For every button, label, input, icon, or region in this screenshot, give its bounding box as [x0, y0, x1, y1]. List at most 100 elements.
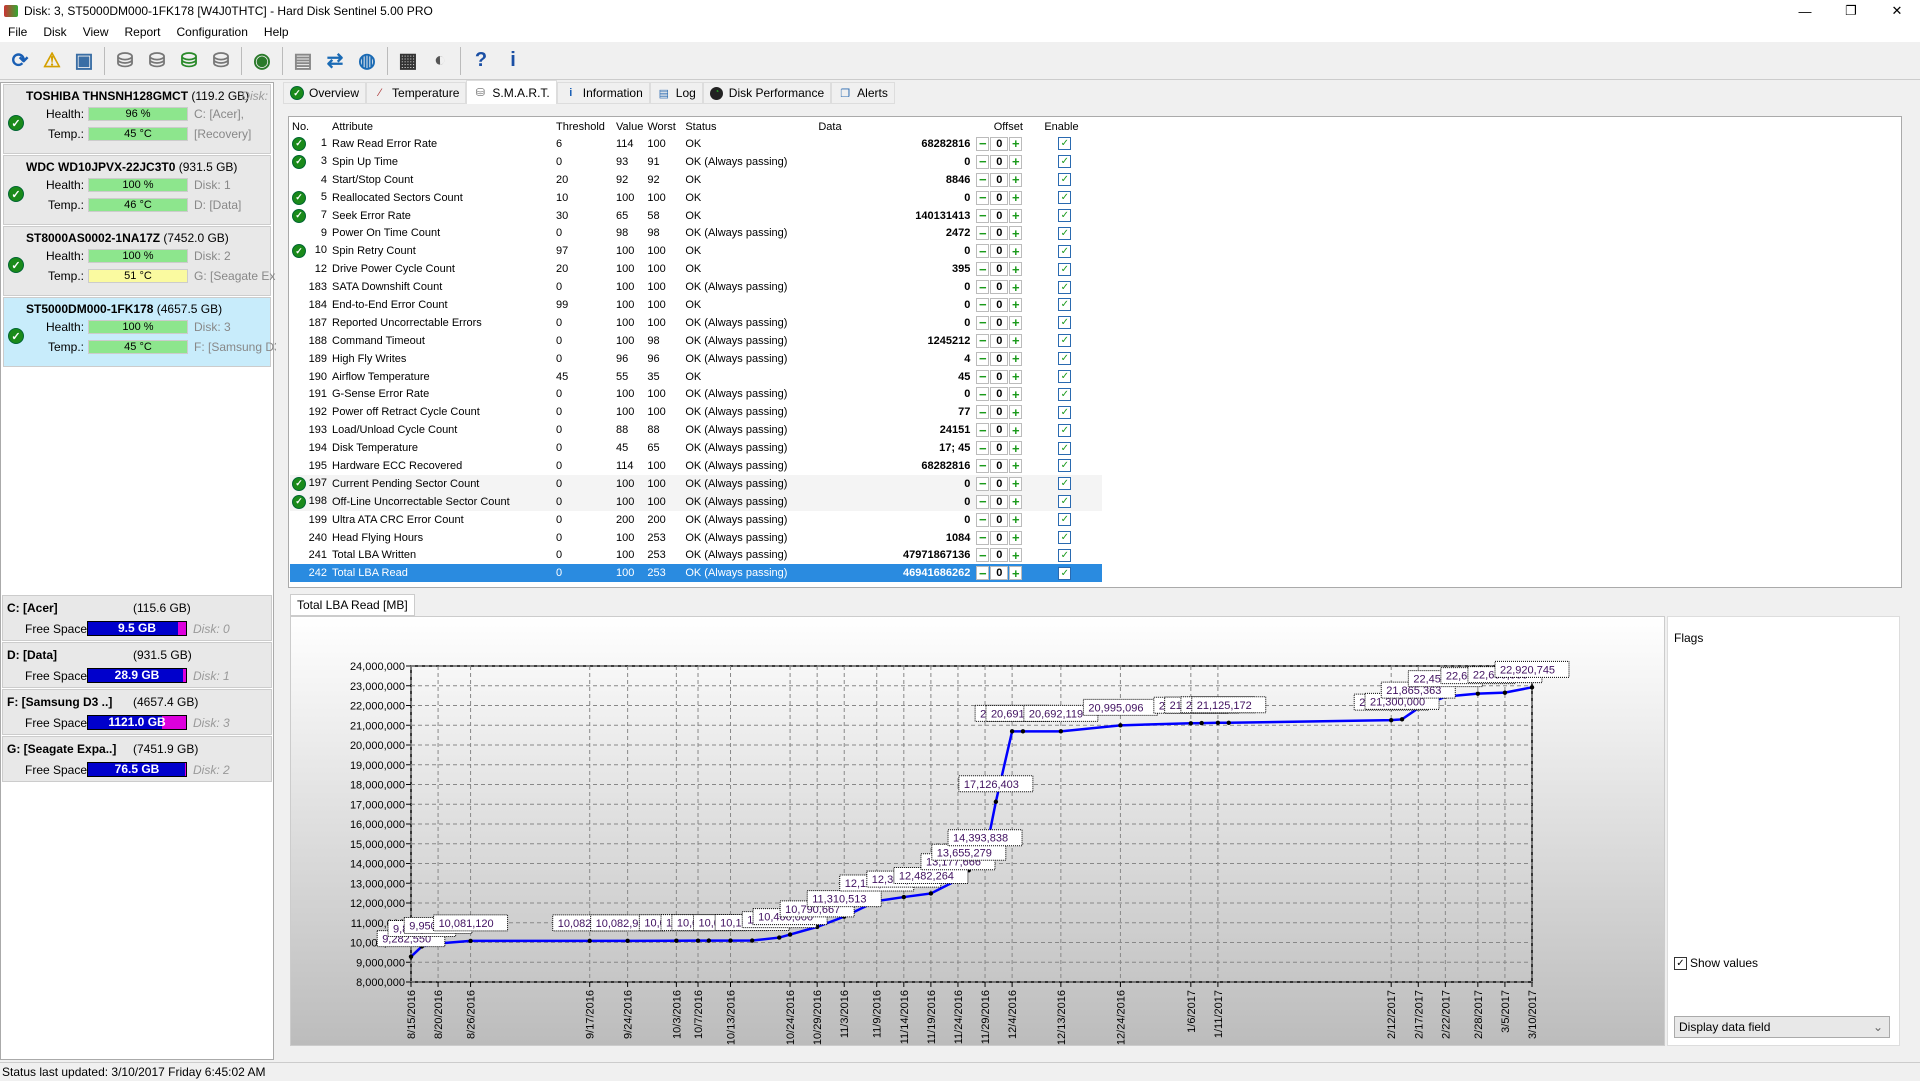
enable-checkbox[interactable]: ✓ [1058, 459, 1072, 473]
enable-checkbox[interactable]: ✓ [1058, 244, 1072, 258]
drive-item[interactable]: F: [Samsung D3 ..] (4657.4 GB) Free Space 1… [2, 689, 272, 735]
decrement-button[interactable]: − [976, 405, 990, 420]
offset-value[interactable]: 0 [990, 208, 1009, 223]
enable-checkbox[interactable]: ✓ [1058, 298, 1072, 312]
decrement-button[interactable]: − [976, 512, 990, 527]
enable-checkbox[interactable]: ✓ [1058, 137, 1072, 151]
increment-button[interactable]: + [1009, 154, 1023, 169]
enable-checkbox[interactable]: ✓ [1058, 155, 1072, 169]
enable-checkbox[interactable]: ✓ [1058, 280, 1072, 294]
tab-temperature[interactable]: ⁄ Temperature [366, 82, 467, 104]
column-header-data[interactable]: Data [816, 118, 974, 135]
table-row[interactable]: ✓ 5 Reallocated Sectors Count 10 100 100 OK 0−0… [290, 189, 1102, 207]
table-row[interactable]: 191 G-Sense Error Rate 0 100 100 OK (Always p… [290, 385, 1102, 403]
enable-checkbox[interactable]: ✓ [1058, 423, 1072, 437]
column-header-threshold[interactable]: Threshold [554, 118, 614, 135]
network-button[interactable]: ◍ [353, 47, 381, 75]
increment-button[interactable]: + [1009, 369, 1023, 384]
disk-check-button[interactable]: ⛁ [175, 47, 203, 75]
enable-checkbox[interactable]: ✓ [1058, 334, 1072, 348]
speaker-button[interactable]: ◐ [426, 47, 454, 75]
table-row[interactable]: 190 Airflow Temperature 45 55 35 OK 45−0 + ✓ [290, 368, 1102, 386]
offset-value[interactable]: 0 [990, 190, 1009, 205]
increment-button[interactable]: + [1009, 530, 1023, 545]
increment-button[interactable]: + [1009, 262, 1023, 277]
decrement-button[interactable]: − [976, 423, 990, 438]
decrement-button[interactable]: − [976, 494, 990, 509]
menu-view[interactable]: View [75, 25, 117, 39]
table-row[interactable]: ✓ 1 Raw Read Error Rate 6 114 100 OK 68282816−0… [290, 135, 1102, 153]
column-header-value[interactable]: Value [614, 118, 645, 135]
decrement-button[interactable]: − [976, 136, 990, 151]
increment-button[interactable]: + [1009, 387, 1023, 402]
tab-information[interactable]: i Information [556, 82, 650, 104]
column-header-enable[interactable]: Enable [1042, 118, 1102, 135]
enable-checkbox[interactable]: ✓ [1058, 387, 1072, 401]
increment-button[interactable]: + [1009, 297, 1023, 312]
show-values-checkbox[interactable]: ✓ Show values [1674, 956, 1758, 970]
increment-button[interactable]: + [1009, 136, 1023, 151]
tab-log[interactable]: ▤ Log [649, 82, 703, 104]
increment-button[interactable]: + [1009, 441, 1023, 456]
table-row[interactable]: 241 Total LBA Written 0 100 253 OK (Always pa… [290, 546, 1102, 564]
decrement-button[interactable]: − [976, 369, 990, 384]
table-row[interactable]: 193 Load/Unload Cycle Count 0 88 88 OK (Alway… [290, 421, 1102, 439]
table-row[interactable]: 4 Start/Stop Count 20 92 92 OK 8846−0 + ✓ [290, 171, 1102, 189]
enable-checkbox[interactable]: ✓ [1058, 495, 1072, 509]
table-row[interactable]: 199 Ultra ATA CRC Error Count 0 200 200 OK (A… [290, 511, 1102, 529]
increment-button[interactable]: + [1009, 423, 1023, 438]
table-row[interactable]: 188 Command Timeout 0 100 98 OK (Always passi… [290, 332, 1102, 350]
decrement-button[interactable]: − [976, 244, 990, 259]
menu-disk[interactable]: Disk [35, 25, 74, 39]
offset-value[interactable]: 0 [990, 369, 1009, 384]
disk-item[interactable]: TOSHIBA THNSNH128GMCT (119.2 GB) Disk: ✓ He… [3, 84, 271, 154]
tab-s-m-a-r-t[interactable]: ⛁ S.M.A.R.T. [466, 80, 557, 104]
offset-value[interactable]: 0 [990, 280, 1009, 295]
offset-value[interactable]: 0 [990, 530, 1009, 545]
terminal-button[interactable]: ▦ [394, 47, 422, 75]
enable-checkbox[interactable]: ✓ [1058, 370, 1072, 384]
table-row[interactable]: 189 High Fly Writes 0 96 96 OK (Always passin… [290, 350, 1102, 368]
drive-item[interactable]: G: [Seagate Expa..] (7451.9 GB) Free Space… [2, 736, 272, 782]
restore-button[interactable]: ❐ [1828, 0, 1874, 22]
enable-checkbox[interactable]: ✓ [1058, 262, 1072, 276]
increment-button[interactable]: + [1009, 208, 1023, 223]
offset-value[interactable]: 0 [990, 154, 1009, 169]
offset-value[interactable]: 0 [990, 136, 1009, 151]
decrement-button[interactable]: − [976, 226, 990, 241]
table-row[interactable]: 192 Power off Retract Cycle Count 0 100 100 O… [290, 403, 1102, 421]
enable-checkbox[interactable]: ✓ [1058, 477, 1072, 491]
table-row[interactable]: 9 Power On Time Count 0 98 98 OK (Always pass… [290, 224, 1102, 242]
column-header-worst[interactable]: Worst [645, 118, 683, 135]
decrement-button[interactable]: − [976, 530, 990, 545]
column-header-status[interactable]: Status [683, 118, 816, 135]
offset-value[interactable]: 0 [990, 351, 1009, 366]
menu-configuration[interactable]: Configuration [169, 25, 256, 39]
increment-button[interactable]: + [1009, 476, 1023, 491]
column-header-attribute[interactable]: Attribute [330, 118, 554, 135]
table-row[interactable]: ✓ 10 Spin Retry Count 97 100 100 OK 0−0 + ✓ [290, 242, 1102, 260]
decrement-button[interactable]: − [976, 441, 990, 456]
offset-value[interactable]: 0 [990, 423, 1009, 438]
offset-value[interactable]: 0 [990, 297, 1009, 312]
refresh-button[interactable]: ⟳ [6, 47, 34, 75]
decrement-button[interactable]: − [976, 315, 990, 330]
enable-checkbox[interactable]: ✓ [1058, 226, 1072, 240]
increment-button[interactable]: + [1009, 280, 1023, 295]
globe-button[interactable]: ◉ [248, 47, 276, 75]
decrement-button[interactable]: − [976, 262, 990, 277]
offset-value[interactable]: 0 [990, 548, 1009, 563]
table-row[interactable]: ✓ 197 Current Pending Sector Count 0 100 100 O… [290, 474, 1103, 493]
decrement-button[interactable]: − [976, 476, 990, 491]
disk-item[interactable]: ST8000AS0002-1NA17Z (7452.0 GB) ✓ Health: 1… [3, 226, 276, 296]
offset-value[interactable]: 0 [990, 244, 1009, 259]
menu-help[interactable]: Help [256, 25, 297, 39]
disk-item[interactable]: WDC WD10JPVX-22JC3T0 (931.5 GB) ✓ Health: 1… [3, 155, 271, 225]
increment-button[interactable]: + [1009, 512, 1023, 527]
enable-checkbox[interactable]: ✓ [1058, 352, 1072, 366]
decrement-button[interactable]: − [976, 154, 990, 169]
increment-button[interactable]: + [1009, 548, 1023, 563]
increment-button[interactable]: + [1009, 226, 1023, 241]
alert-refresh-button[interactable]: ⚠ [38, 47, 66, 75]
drive-item[interactable]: C: [Acer] (115.6 GB) Free Space 9.5 GB Disk:… [2, 595, 272, 641]
